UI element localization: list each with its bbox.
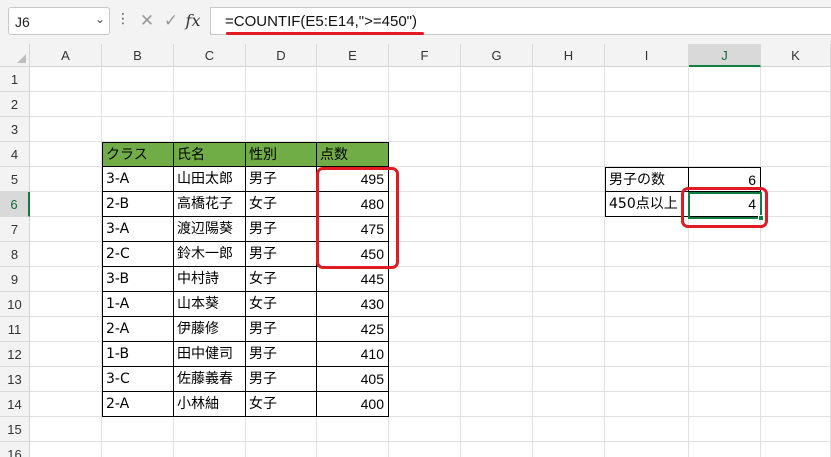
row-header-10[interactable]: 10 [0,292,30,317]
table-cell[interactable]: 渡辺陽葵 [174,217,246,242]
summary-label-cell[interactable]: 450点以上 [605,192,689,217]
column-header-b[interactable]: B [102,44,174,67]
table-cell[interactable]: 2-C [102,242,174,267]
table-cell[interactable]: 400 [317,392,389,417]
row-header-5[interactable]: 5 [0,167,30,192]
column-header-g[interactable]: G [461,44,533,67]
gridline [30,91,831,92]
formula-highlight-underline [226,32,424,35]
gridline [30,116,831,117]
score-highlight-box [316,167,399,269]
row-header-9[interactable]: 9 [0,267,30,292]
table-cell[interactable]: 410 [317,342,389,367]
table-cell[interactable]: 2-B [102,192,174,217]
insert-function-button[interactable]: fx [182,8,204,34]
table-cell[interactable]: 3-C [102,367,174,392]
column-header-d[interactable]: D [246,44,317,67]
column-header-j[interactable]: J [689,44,761,67]
table-cell[interactable]: 男子 [246,317,317,342]
table-header-cell[interactable]: 性別 [246,142,317,167]
table-cell[interactable]: 女子 [246,292,317,317]
row-header-8[interactable]: 8 [0,242,30,267]
table-cell[interactable]: 女子 [246,392,317,417]
row-header-14[interactable]: 14 [0,392,30,417]
table-cell[interactable]: 山本葵 [174,292,246,317]
table-cell[interactable]: 女子 [246,192,317,217]
table-cell[interactable]: 女子 [246,267,317,292]
row-header-2[interactable]: 2 [0,92,30,117]
table-cell[interactable]: 3-A [102,167,174,192]
table-header-cell[interactable]: 氏名 [174,142,246,167]
table-cell[interactable]: 1-B [102,342,174,367]
table-cell[interactable]: 405 [317,367,389,392]
column-header-k[interactable]: K [761,44,831,67]
table-cell[interactable]: 伊藤修 [174,317,246,342]
enter-button[interactable]: ✓ [160,8,182,34]
cancel-button[interactable]: ✕ [136,8,158,34]
row-header-1[interactable]: 1 [0,67,30,92]
row-header-13[interactable]: 13 [0,367,30,392]
table-cell[interactable]: 佐藤義春 [174,367,246,392]
table-cell[interactable]: 男子 [246,167,317,192]
table-cell[interactable]: 2-A [102,317,174,342]
fill-handle[interactable] [758,215,764,221]
table-cell[interactable]: 男子 [246,217,317,242]
chevron-down-icon[interactable]: ⌄ [95,12,105,26]
formula-input[interactable]: =COUNTIF(E5:E14,">=450") [210,7,831,35]
table-cell[interactable]: 3-B [102,267,174,292]
table-cell[interactable]: 田中健司 [174,342,246,367]
table-header-cell[interactable]: クラス [102,142,174,167]
gridline [30,441,831,442]
gridline [760,67,761,457]
row-header-15[interactable]: 15 [0,417,30,442]
more-options-icon[interactable]: ⋮ [116,12,130,26]
gridline [688,67,689,457]
select-all-button[interactable] [0,44,30,67]
worksheet-grid[interactable]: ABCDEFGHIJK 1 2 3 4 5 6 7 8 9 10 11 12 13 14 15 16 クラス氏… [0,44,831,457]
column-header-c[interactable]: C [174,44,246,67]
column-header-e[interactable]: E [317,44,389,67]
row-header-3[interactable]: 3 [0,117,30,142]
table-cell[interactable]: 鈴木一郎 [174,242,246,267]
column-header-h[interactable]: H [533,44,605,67]
row-header-7[interactable]: 7 [0,217,30,242]
table-cell[interactable]: 男子 [246,342,317,367]
table-cell[interactable]: 2-A [102,392,174,417]
row-header-16[interactable]: 16 [0,442,30,457]
row-header-6[interactable]: 6 [0,192,30,217]
table-cell[interactable]: 3-A [102,217,174,242]
table-cell[interactable]: 山田太郎 [174,167,246,192]
formula-text: =COUNTIF(E5:E14,">=450") [225,13,417,30]
formula-bar: J6 ⌄ ⋮ ✕ ✓ fx =COUNTIF(E5:E14,">=450") [0,0,831,44]
table-cell[interactable]: 中村詩 [174,267,246,292]
table-cell[interactable]: 445 [317,267,389,292]
table-header-cell[interactable]: 点数 [317,142,389,167]
column-header-i[interactable]: I [605,44,689,67]
row-header-11[interactable]: 11 [0,317,30,342]
gridline [460,67,461,457]
name-box[interactable]: J6 ⌄ [8,7,110,35]
column-header-a[interactable]: A [30,44,102,67]
table-cell[interactable]: 高橋花子 [174,192,246,217]
table-cell[interactable]: 男子 [246,242,317,267]
table-cell[interactable]: 425 [317,317,389,342]
name-box-value: J6 [15,14,30,30]
table-cell[interactable]: 1-A [102,292,174,317]
row-header-4[interactable]: 4 [0,142,30,167]
gridline [604,67,605,457]
column-header-f[interactable]: F [389,44,461,67]
row-header-12[interactable]: 12 [0,342,30,367]
table-cell[interactable]: 430 [317,292,389,317]
summary-label-cell[interactable]: 男子の数 [605,167,689,192]
active-cell-border [688,192,762,219]
gridline [532,67,533,457]
table-cell[interactable]: 小林紬 [174,392,246,417]
table-cell[interactable]: 男子 [246,367,317,392]
